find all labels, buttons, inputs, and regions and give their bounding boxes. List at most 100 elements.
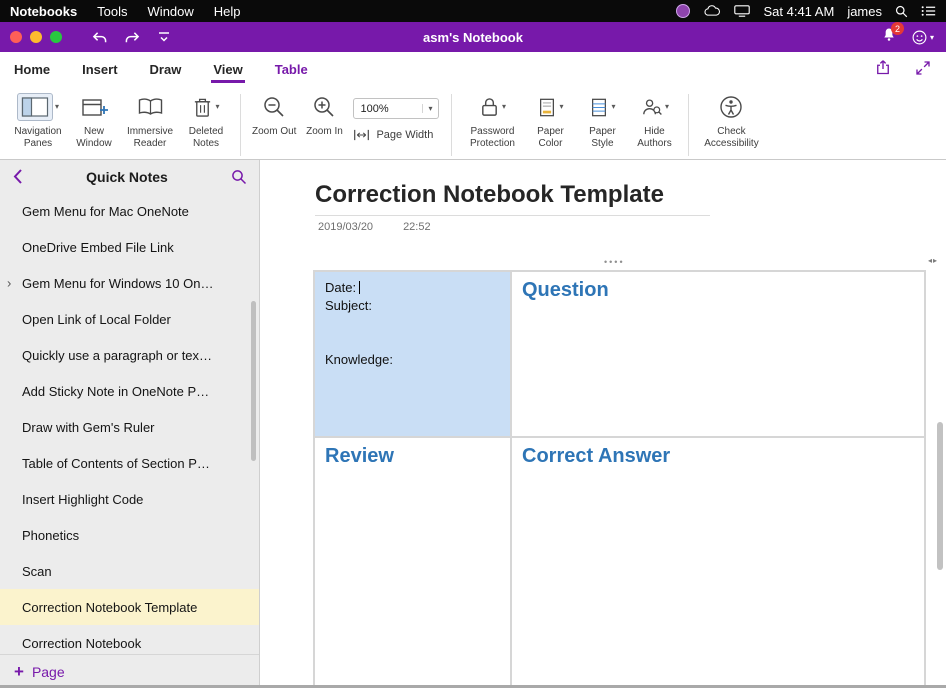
page-title[interactable]: Correction Notebook Template [315,181,664,209]
content-scrollbar[interactable] [937,422,943,570]
tab-table[interactable]: Table [273,56,310,85]
back-button[interactable] [12,168,23,185]
table-cell-info[interactable]: Date: Subject: Knowledge: [314,271,511,437]
share-button[interactable] [874,58,892,77]
feedback-button[interactable]: ▾ [911,29,934,46]
immersive-reader-button[interactable]: Immersive Reader [123,90,177,150]
chevron-down-icon: ▾ [422,104,432,113]
page-width-button[interactable]: Page Width [353,128,439,142]
page-list-item[interactable]: Add Sticky Note in OneNote P… [0,373,259,409]
status-app-icon[interactable] [676,4,690,18]
page-date: 2019/03/20 [318,221,373,233]
correct-answer-heading: Correct Answer [522,445,670,467]
chevron-down-icon: ▾ [559,103,563,111]
page-item-label: Open Link of Local Folder [22,312,171,327]
page-list-item-selected[interactable]: Correction Notebook Template [0,589,259,625]
zoom-window-button[interactable] [50,31,62,43]
accessibility-icon [719,95,743,119]
page-list-item[interactable]: Open Link of Local Folder [0,301,259,337]
new-window-label: New Window [71,126,117,150]
chevron-down-icon: ▾ [55,103,59,111]
control-center-icon[interactable] [921,5,936,17]
minimize-window-button[interactable] [30,31,42,43]
deleted-notes-label: Deleted Notes [183,126,229,150]
ribbon-separator [451,94,452,156]
page-list-item[interactable]: Table of Contents of Section P… [0,445,259,481]
paper-style-button[interactable]: ▾ Paper Style [579,90,625,150]
page-item-label: Quickly use a paragraph or tex… [22,348,212,363]
page-list-item[interactable]: Draw with Gem's Ruler [0,409,259,445]
menu-clock[interactable]: Sat 4:41 AM [763,4,834,19]
page-item-label: Draw with Gem's Ruler [22,420,155,435]
page-list: Gem Menu for Mac OneNote OneDrive Embed … [0,193,259,654]
page-item-label: Gem Menu for Windows 10 On… [22,276,213,291]
knowledge-label: Knowledge: [325,351,500,369]
password-protection-button[interactable]: ▾ Password Protection [463,90,521,150]
table-cell-correct-answer[interactable]: Correct Answer [511,437,925,688]
menu-help[interactable]: Help [214,4,241,19]
fullscreen-button[interactable] [914,59,932,77]
check-accessibility-button[interactable]: Check Accessibility [700,90,762,150]
search-icon[interactable] [895,5,908,18]
paper-style-label: Paper Style [579,126,625,150]
undo-button[interactable] [90,30,109,45]
subject-label: Subject: [325,297,500,315]
close-window-button[interactable] [10,31,22,43]
chevron-down-icon: ▾ [611,103,615,111]
check-accessibility-label: Check Accessibility [700,126,762,150]
page-list-item[interactable]: Insert Highlight Code [0,481,259,517]
redo-button[interactable] [123,30,142,45]
add-page-button[interactable]: + Page [0,654,259,688]
page-list-item[interactable]: OneDrive Embed File Link [0,229,259,265]
tab-view[interactable]: View [211,56,244,85]
zoom-level-select[interactable]: 100% ▾ [353,98,439,119]
page-list-item[interactable]: Phonetics [0,517,259,553]
zoom-out-icon [262,95,286,119]
notifications-button[interactable]: 2 [881,26,897,48]
page-list-item[interactable]: Quickly use a paragraph or tex… [0,337,259,373]
navigation-panes-button[interactable]: ▾ Navigation Panes [11,90,65,150]
page-item-label: OneDrive Embed File Link [22,240,174,255]
customize-toolbar-button[interactable] [156,30,172,44]
tab-draw[interactable]: Draw [148,56,184,85]
chevron-down-icon: ▾ [930,33,934,42]
zoom-in-button[interactable]: Zoom In [302,90,346,138]
navigation-panes-label: Navigation Panes [11,126,65,150]
text-cursor [359,281,360,294]
page-item-label: Correction Notebook Template [22,600,197,615]
tab-home[interactable]: Home [12,56,52,85]
sidebar-scrollbar[interactable] [251,301,256,461]
section-title: Quick Notes [23,169,231,185]
menu-tools[interactable]: Tools [97,4,127,19]
page-list-item[interactable]: › Gem Menu for Windows 10 On… [0,265,259,301]
chevron-down-icon: ▾ [665,103,669,111]
new-window-button[interactable]: New Window [71,90,117,150]
display-icon[interactable] [734,5,750,17]
page-item-label: Gem Menu for Mac OneNote [22,204,189,219]
tab-insert[interactable]: Insert [80,56,119,85]
table-cell-question[interactable]: Question [511,271,925,437]
table-move-handle[interactable]: •••• [604,257,625,267]
paper-color-button[interactable]: ▾ Paper Color [527,90,573,150]
zoom-out-button[interactable]: Zoom Out [252,90,296,138]
table-cell-review[interactable]: Review [314,437,511,688]
menu-window[interactable]: Window [148,4,194,19]
page-list-item[interactable]: Gem Menu for Mac OneNote [0,193,259,229]
search-pages-button[interactable] [231,169,247,185]
hide-authors-button[interactable]: ▾ Hide Authors [631,90,677,150]
pages-sidebar: Quick Notes Gem Menu for Mac OneNote One… [0,160,260,688]
date-label: Date: [325,280,356,295]
menu-user[interactable]: james [847,4,882,19]
page-list-item[interactable]: Correction Notebook [0,625,259,654]
zoom-in-label: Zoom In [306,126,343,138]
expand-arrow-icon[interactable]: › [7,276,11,291]
deleted-notes-button[interactable]: ▾ Deleted Notes [183,90,229,150]
menu-notebooks[interactable]: Notebooks [10,4,77,19]
horizontal-scroll-arrows[interactable]: ◂▸ [928,256,938,265]
page-item-label: Insert Highlight Code [22,492,143,507]
ribbon-separator [688,94,689,156]
page-list-item[interactable]: Scan [0,553,259,589]
navigation-panes-icon [21,96,49,118]
menu-bar: Notebooks Tools Window Help Sat 4:41 AM … [0,0,946,22]
cloud-icon[interactable] [703,5,721,17]
